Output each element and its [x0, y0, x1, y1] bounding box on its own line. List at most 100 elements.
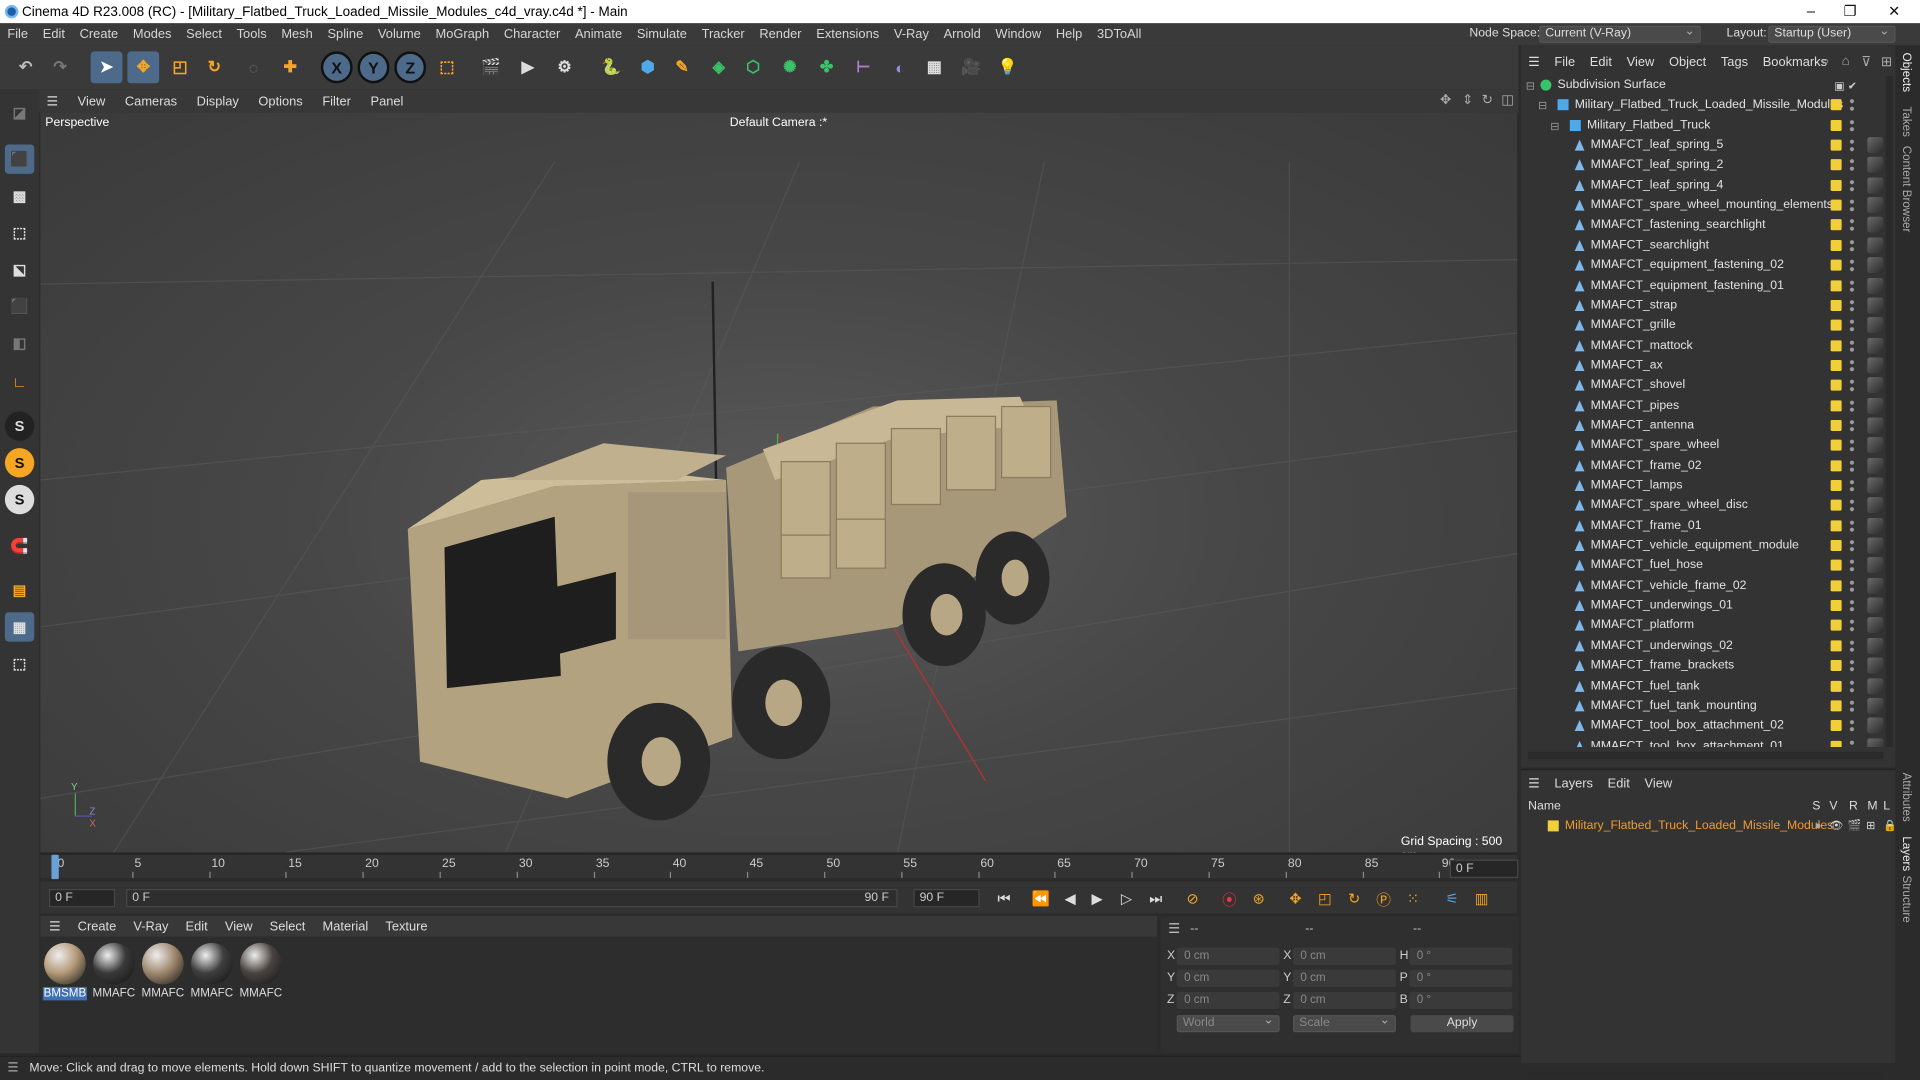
object-name[interactable]: MMAFCT_ax	[1591, 356, 1663, 376]
object-name[interactable]: MMAFCT_vehicle_equipment_module	[1591, 536, 1799, 556]
visibility-dots-icon[interactable]: ●●	[1849, 617, 1855, 634]
object-menu-tags[interactable]: Tags	[1714, 55, 1756, 70]
visibility-dots-icon[interactable]: ●●	[1849, 437, 1855, 454]
material-menu-view[interactable]: View	[216, 919, 261, 934]
key-pla-icon[interactable]: ⁙	[1401, 887, 1425, 911]
visibility-dots-icon[interactable]: ●●	[1849, 137, 1855, 154]
workplane-icon[interactable]: ▤	[5, 576, 34, 605]
object-menu-object[interactable]: Object	[1662, 55, 1714, 70]
object-tree-hscrollbar[interactable]	[1528, 751, 1884, 760]
object-row[interactable]: MMAFCT_fuel_hose ● ●	[1521, 556, 1896, 576]
visibility-dots-icon[interactable]: ●●	[1849, 397, 1855, 414]
object-row[interactable]: MMAFCT_tool_box_attachment_01 ●●	[1521, 737, 1896, 747]
object-name[interactable]: MMAFCT_vehicle_frame_02	[1591, 576, 1747, 596]
object-row[interactable]: MMAFCT_antenna ● ●	[1521, 416, 1896, 436]
visibility-dots-icon[interactable]: ●●	[1849, 577, 1855, 594]
end-frame-field[interactable]: 90 F	[913, 888, 980, 908]
material-tag-icon[interactable]	[1867, 377, 1884, 394]
timeline-playhead[interactable]	[51, 854, 59, 880]
point-mode-icon[interactable]: ⬚	[5, 218, 34, 247]
material-tag-icon[interactable]	[1867, 257, 1884, 274]
object-row[interactable]: MMAFCT_leaf_spring_2 ● ●	[1521, 156, 1896, 176]
make-editable-icon[interactable]: ◪	[5, 98, 34, 127]
add-tool-icon[interactable]: ✚	[274, 51, 306, 83]
hamburger-icon[interactable]: ☰	[1521, 776, 1547, 791]
material-tag-icon[interactable]	[1867, 437, 1884, 454]
light-icon[interactable]: 💡	[992, 51, 1024, 83]
object-row[interactable]: MMAFCT_mattock ● ●	[1521, 336, 1896, 356]
object-row[interactable]: MMAFCT_searchlight ● ●	[1521, 236, 1896, 256]
cube-primitive-icon[interactable]: ⬢	[632, 51, 664, 83]
spline-pen-icon[interactable]: ✎	[666, 51, 698, 83]
preview-range-slider[interactable]: 0 F 90 F	[126, 888, 898, 908]
material-menu-vray[interactable]: V-Ray	[125, 919, 177, 934]
material-tag-icon[interactable]	[1867, 597, 1884, 614]
menu-mesh[interactable]: Mesh	[274, 27, 320, 42]
object-name[interactable]: Subdivision Surface	[1558, 76, 1666, 96]
menu-tracker[interactable]: Tracker	[694, 27, 752, 42]
object-row[interactable]: MMAFCT_shovel ● ●	[1521, 376, 1896, 396]
object-row[interactable]: MMAFCT_strap ● ●	[1521, 296, 1896, 316]
viewport-rotate-icon[interactable]: ↻	[1482, 92, 1493, 108]
visibility-dots-icon[interactable]: ●●	[1849, 117, 1855, 134]
menu-edit[interactable]: Edit	[35, 27, 72, 42]
menu-animate[interactable]: Animate	[568, 27, 630, 42]
object-row[interactable]: MMAFCT_ax ● ●	[1521, 356, 1896, 376]
axis-mode-icon[interactable]: ∟	[5, 367, 34, 396]
size-x-field[interactable]: 0 cm	[1293, 947, 1396, 965]
cloner-icon[interactable]: ✺	[774, 51, 806, 83]
material-tag-icon[interactable]	[1867, 297, 1884, 314]
material-tag-icon[interactable]	[1867, 157, 1884, 174]
object-name[interactable]: MMAFCT_fuel_tank_mounting	[1591, 697, 1757, 717]
object-name[interactable]: MMAFCT_grille	[1591, 316, 1676, 336]
record-key-icon[interactable]: ⊘	[1180, 887, 1204, 911]
extrude-generator-icon[interactable]: ⬡	[737, 51, 769, 83]
polygon-mode-icon[interactable]: ⬛	[5, 291, 34, 320]
field-icon[interactable]: ◐	[884, 51, 916, 83]
object-name[interactable]: MMAFCT_tool_box_attachment_01	[1591, 737, 1784, 747]
x-axis-lock-button[interactable]: X	[320, 51, 353, 84]
material-tag-icon[interactable]	[1867, 277, 1884, 294]
material-menu-texture[interactable]: Texture	[377, 919, 436, 934]
tab-objects[interactable]: Objects	[1899, 53, 1912, 92]
material-swatch[interactable]: MMAFC	[141, 942, 185, 1002]
object-row[interactable]: MMAFCT_fastening_searchlight ● ●	[1521, 216, 1896, 236]
prev-key-icon[interactable]: ⏪	[1029, 887, 1053, 911]
layer-hscrollbar[interactable]	[1528, 1070, 1884, 1077]
magnet-icon[interactable]: 🧲	[5, 531, 34, 560]
z-axis-lock-button[interactable]: Z	[394, 51, 427, 84]
object-name[interactable]: Military_Flatbed_Truck_Loaded_Missile_Mo…	[1575, 96, 1843, 116]
goto-end-icon[interactable]: ⏭	[1144, 887, 1168, 911]
viewport-menu-cameras[interactable]: Cameras	[115, 94, 187, 109]
object-name[interactable]: MMAFCT_frame_01	[1591, 516, 1702, 536]
material-tag-icon[interactable]	[1867, 197, 1884, 214]
object-row[interactable]: MMAFCT_vehicle_frame_02 ● ●	[1521, 576, 1896, 596]
object-row[interactable]: MMAFCT_leaf_spring_4 ● ●	[1521, 176, 1896, 196]
object-name[interactable]: MMAFCT_searchlight	[1591, 236, 1709, 256]
object-row[interactable]: MMAFCT_equipment_fastening_02 ● ●	[1521, 256, 1896, 276]
mograph-icon[interactable]: ✤	[811, 51, 843, 83]
object-tree-scrollbar[interactable]	[1885, 75, 1894, 747]
pos-x-field[interactable]: 0 cm	[1176, 947, 1280, 965]
current-frame-field[interactable]: 0 F	[48, 888, 116, 908]
home-icon[interactable]: ⌂	[1842, 54, 1850, 69]
visibility-dots-icon[interactable]: ●●	[1849, 717, 1855, 734]
object-row[interactable]: MMAFCT_fuel_tank_mounting ● ●	[1521, 697, 1896, 717]
node-space-dropdown[interactable]: Current (V-Ray)	[1539, 24, 1701, 43]
timeline-frame-field[interactable]: 0 F	[1449, 859, 1519, 878]
material-tag-icon[interactable]	[1867, 637, 1884, 654]
object-name[interactable]: MMAFCT_fastening_searchlight	[1591, 216, 1766, 236]
viewport-menu-display[interactable]: Display	[187, 94, 249, 109]
object-row[interactable]: MMAFCT_spare_wheel_disc ● ●	[1521, 496, 1896, 516]
visibility-dots-icon[interactable]: ●●	[1849, 177, 1855, 194]
object-name[interactable]: Military_Flatbed_Truck	[1587, 116, 1710, 136]
material-tag-icon[interactable]	[1867, 477, 1884, 494]
key-selection-icon[interactable]: ⊛	[1247, 887, 1271, 911]
layer-menu-edit[interactable]: Edit	[1600, 776, 1637, 791]
visibility-dots-icon[interactable]: ●●	[1849, 297, 1855, 314]
expand-toggle-icon[interactable]: ⊟	[1550, 116, 1559, 136]
material-tag-icon[interactable]	[1867, 137, 1884, 154]
object-name[interactable]: MMAFCT_frame_02	[1591, 456, 1702, 476]
menu-render[interactable]: Render	[752, 27, 809, 42]
camera-icon[interactable]: 🎥	[955, 51, 987, 83]
